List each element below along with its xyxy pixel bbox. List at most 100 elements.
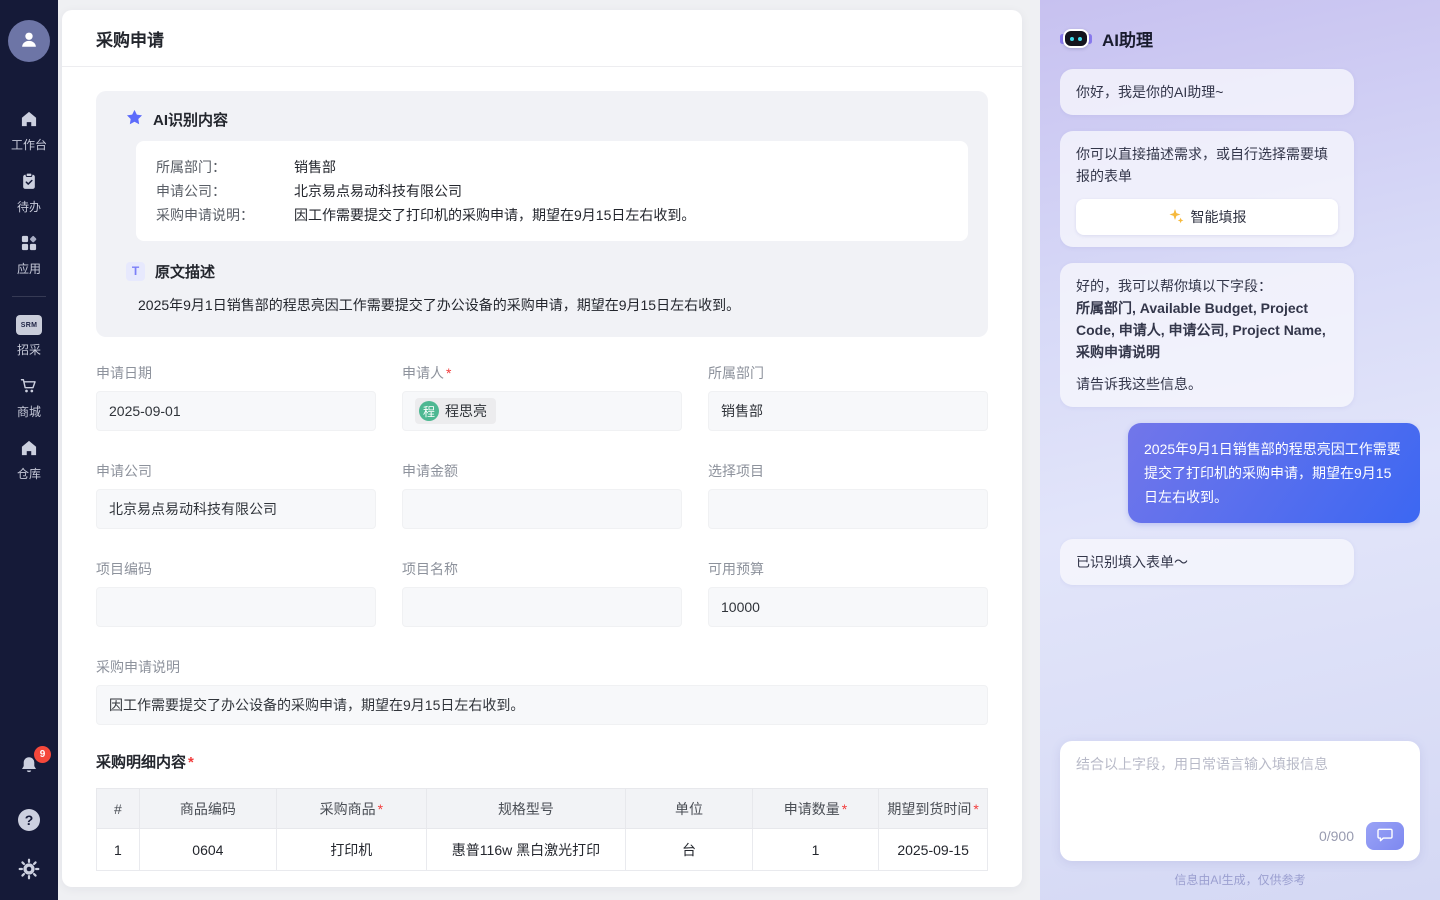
ai-field-value: 北京易点易动科技有限公司 — [294, 179, 462, 203]
settings-button[interactable] — [17, 857, 41, 886]
fields-intro: 好的，我可以帮你填以下字段： — [1076, 275, 1338, 297]
ai-field-row: 所属部门： 销售部 — [156, 155, 948, 179]
notification-badge: 9 — [34, 746, 51, 763]
help-button[interactable]: ? — [18, 809, 40, 831]
ai-field-label: 所属部门： — [156, 155, 294, 179]
sidebar-item-mall[interactable]: 商城 — [17, 375, 41, 420]
cell-expected-date: 2025-09-15 — [879, 829, 988, 871]
sidebar-item-label: 应用 — [17, 260, 41, 277]
ai-disclaimer: 信息由AI生成，仅供参考 — [1060, 861, 1420, 900]
cell-product-code: 0604 — [139, 829, 276, 871]
notifications-button[interactable]: 9 — [17, 754, 41, 783]
bell-icon — [17, 765, 41, 782]
sidebar-item-warehouse[interactable]: 仓库 — [17, 437, 41, 482]
field-project-select: 选择项目 — [708, 461, 988, 529]
field-label: 可用预算 — [708, 559, 988, 577]
field-description: 采购申请说明 — [96, 657, 988, 725]
star-icon — [126, 109, 143, 130]
field-label: 申请公司 — [96, 461, 376, 479]
card-header: 采购申请 — [62, 10, 1022, 67]
smart-fill-button[interactable]: 智能填报 — [1076, 199, 1338, 235]
form-grid: 申请日期 申请人 程 程思亮 所属部门 — [96, 363, 988, 657]
col-spec: 规格型号 — [426, 789, 626, 829]
sidebar-item-label: 待办 — [17, 198, 41, 215]
sidebar-item-apps[interactable]: 应用 — [17, 232, 41, 277]
cell-unit: 台 — [626, 829, 753, 871]
detail-table: # 商品编码 采购商品 规格型号 单位 申请数量 期望到货时间 1 0604 打… — [96, 788, 988, 871]
chat-input[interactable] — [1076, 754, 1404, 822]
col-unit: 单位 — [626, 789, 753, 829]
field-project-name: 项目名称 — [402, 559, 682, 627]
sparkles-icon — [1168, 208, 1184, 227]
original-text: 2025年9月1日销售部的程思亮因工作需要提交了办公设备的采购申请，期望在9月1… — [138, 295, 968, 315]
clipboard-check-icon — [18, 170, 40, 192]
project-name-input[interactable] — [402, 587, 682, 627]
department-input[interactable] — [708, 391, 988, 431]
col-index: # — [97, 789, 140, 829]
project-code-input[interactable] — [96, 587, 376, 627]
apply-date-input[interactable] — [96, 391, 376, 431]
assistant-message-fields: 好的，我可以帮你填以下字段： 所属部门, Available Budget, P… — [1060, 263, 1354, 407]
field-department: 所属部门 — [708, 363, 988, 431]
page-title: 采购申请 — [96, 26, 164, 51]
send-chat-icon — [1377, 828, 1393, 845]
company-input[interactable] — [96, 489, 376, 529]
cell-quantity: 1 — [752, 829, 879, 871]
table-header-row: # 商品编码 采购商品 规格型号 单位 申请数量 期望到货时间 — [97, 789, 988, 829]
card-body: AI识别内容 所属部门： 销售部 申请公司： 北京易点易动科技有限公司 采购申请… — [62, 67, 1022, 887]
main-area: 采购申请 AI识别内容 所属部门： 销售部 申请公司： — [58, 0, 1040, 900]
field-label: 申请日期 — [96, 363, 376, 381]
assistant-message-prompt: 你可以直接描述需求，或自行选择需要填报的表单 智能填报 — [1060, 131, 1354, 247]
gear-icon — [17, 868, 41, 885]
amount-input[interactable] — [402, 489, 682, 529]
apps-grid-icon — [18, 232, 40, 254]
field-label: 选择项目 — [708, 461, 988, 479]
ai-field-value: 销售部 — [294, 155, 336, 179]
chat-area: 你好，我是你的AI助理~ 你可以直接描述需求，或自行选择需要填报的表单 智能填报… — [1060, 67, 1420, 741]
send-button[interactable] — [1366, 822, 1404, 850]
table-row: 1 0604 打印机 惠普116w 黑白激光打印 台 1 2025-09-15 — [97, 829, 988, 871]
sidebar-item-todo[interactable]: 待办 — [17, 170, 41, 215]
fields-outro: 请告诉我这些信息。 — [1076, 373, 1338, 395]
person-avatar: 程 — [419, 401, 439, 421]
ai-assistant-title: AI助理 — [1102, 26, 1153, 51]
cell-product: 打印机 — [276, 829, 426, 871]
ai-field-row: 申请公司： 北京易点易动科技有限公司 — [156, 179, 948, 203]
person-icon — [18, 28, 40, 55]
ai-field-value: 因工作需要提交了打印机的采购申请，期望在9月15日左右收到。 — [294, 203, 695, 227]
chat-input-bottom: 0/900 — [1076, 822, 1404, 850]
field-project-code: 项目编码 — [96, 559, 376, 627]
srm-badge-icon: SRM — [16, 315, 42, 335]
user-avatar[interactable] — [8, 20, 50, 62]
field-label: 采购申请说明 — [96, 657, 988, 675]
field-label: 项目名称 — [402, 559, 682, 577]
question-icon: ? — [25, 812, 34, 828]
sidebar-item-workbench[interactable]: 工作台 — [11, 108, 47, 153]
home-icon — [18, 108, 40, 130]
ai-recognition-title: AI识别内容 — [153, 109, 228, 130]
applicant-input[interactable]: 程 程思亮 — [402, 391, 682, 431]
col-product: 采购商品 — [276, 789, 426, 829]
budget-input[interactable] — [708, 587, 988, 627]
sidebar-bottom: 9 ? — [17, 754, 41, 886]
ai-recognition-fields: 所属部门： 销售部 申请公司： 北京易点易动科技有限公司 采购申请说明： 因工作… — [136, 141, 968, 241]
field-amount: 申请金额 — [402, 461, 682, 529]
description-input[interactable] — [96, 685, 988, 725]
cell-index: 1 — [97, 829, 140, 871]
sidebar-divider — [12, 296, 46, 297]
sidebar-item-label: 商城 — [17, 403, 41, 420]
fields-list: 所属部门, Available Budget, Project Code, 申请… — [1076, 297, 1338, 363]
cell-spec: 惠普116w 黑白激光打印 — [426, 829, 626, 871]
field-label: 申请金额 — [402, 461, 682, 479]
field-label: 所属部门 — [708, 363, 988, 381]
ai-field-label: 采购申请说明： — [156, 203, 294, 227]
sidebar: 工作台 待办 应用 SRM 招采 商城 仓库 9 — [0, 0, 58, 900]
sidebar-item-procurement[interactable]: SRM 招采 — [16, 315, 42, 358]
field-company: 申请公司 — [96, 461, 376, 529]
ai-field-row: 采购申请说明： 因工作需要提交了打印机的采购申请，期望在9月15日左右收到。 — [156, 203, 948, 227]
field-label: 项目编码 — [96, 559, 376, 577]
smart-fill-label: 智能填报 — [1191, 207, 1247, 227]
project-select-input[interactable] — [708, 489, 988, 529]
warehouse-icon — [18, 437, 40, 459]
assistant-message-ack: 已识别填入表单～ — [1060, 539, 1354, 585]
